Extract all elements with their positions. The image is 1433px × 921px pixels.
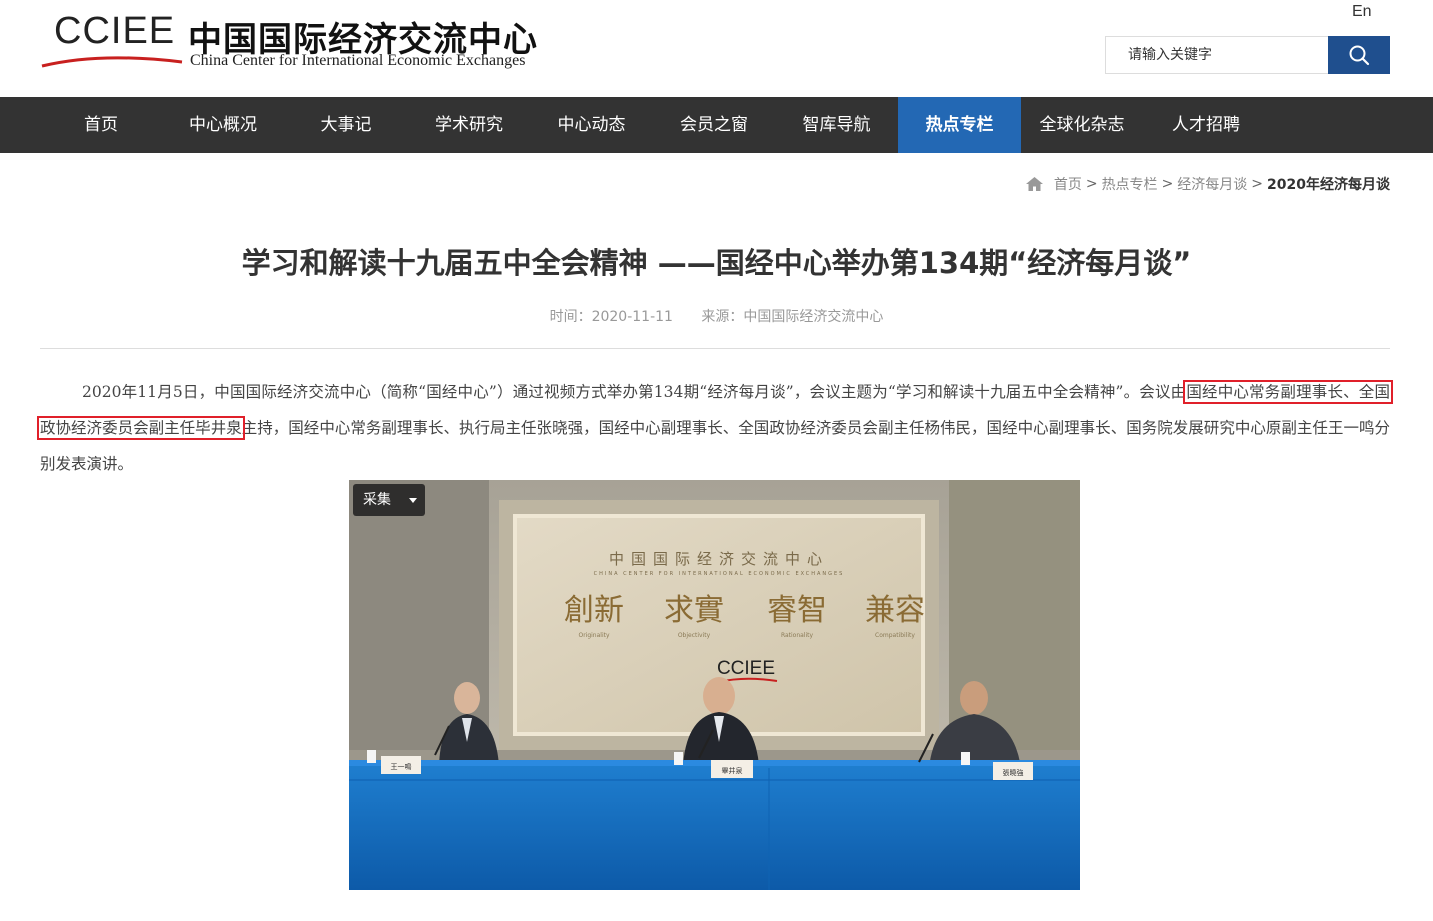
article-source: 来源：中国国际经济交流中心: [701, 309, 884, 325]
article-text: 2020年11月5日，中国国际经济交流中心（简称“国经中心”）通过视频方式举办第…: [82, 383, 1187, 401]
divider: [40, 348, 1390, 349]
logo-swoosh-icon: [41, 56, 183, 68]
chevron-down-icon: [409, 498, 417, 503]
breadcrumb: 首页 > 热点专栏 > 经济每月谈 > 2020年经济每月谈: [1025, 174, 1390, 194]
language-switch-link[interactable]: En: [1352, 3, 1372, 21]
wall-motto-en-3: Rationality: [781, 632, 814, 639]
breadcrumb-separator: >: [1085, 176, 1098, 192]
nameplate-center: 畢井泉: [722, 766, 743, 775]
breadcrumb-separator: >: [1251, 176, 1264, 192]
breadcrumb-home[interactable]: 首页: [1054, 174, 1082, 194]
wall-title: 中国国际经济交流中心: [609, 550, 829, 568]
wall-motto-4: 兼容: [865, 593, 925, 628]
collect-button[interactable]: 采集: [353, 484, 425, 516]
wall-motto-3: 睿智: [767, 593, 827, 628]
site-header: CCIEE 中国国际经济交流中心 China Center for Intern…: [0, 0, 1433, 97]
article-meta: 时间：2020-11-11 来源：中国国际经济交流中心: [0, 306, 1433, 326]
logo-subtitle: China Center for International Economic …: [190, 52, 526, 69]
wall-motto-1: 創新: [564, 593, 624, 628]
nav-item-research[interactable]: 学术研究: [408, 97, 530, 153]
wall-motto-en-1: Originality: [578, 632, 609, 639]
article-body: 2020年11月5日，中国国际经济交流中心（简称“国经中心”）通过视频方式举办第…: [37, 374, 1393, 482]
breadcrumb-separator: >: [1161, 176, 1174, 192]
wall-motto-en-2: Objectivity: [678, 632, 711, 639]
nameplate-right: 張曉強: [1003, 768, 1024, 777]
logo-text-en: CCIEE: [54, 10, 176, 52]
search-button[interactable]: [1328, 36, 1390, 74]
breadcrumb-economic-talk[interactable]: 经济每月谈: [1177, 174, 1247, 194]
home-icon: [1025, 177, 1043, 191]
nav-item-members[interactable]: 会员之窗: [653, 97, 775, 153]
wall-motto-en-4: Compatibility: [875, 632, 915, 639]
search-input[interactable]: [1106, 37, 1328, 73]
nameplate-left: 王一鳴: [391, 762, 412, 771]
site-logo[interactable]: CCIEE 中国国际经济交流中心 China Center for Intern…: [40, 10, 570, 80]
wall-subtitle: CHINA CENTER FOR INTERNATIONAL ECONOMIC …: [594, 571, 845, 577]
meeting-photo: 中国国际经济交流中心 CHINA CENTER FOR INTERNATIONA…: [349, 480, 1080, 890]
article-time: 时间：2020-11-11: [549, 309, 673, 325]
wall-logo: CCIEE: [717, 658, 775, 679]
article-title: 学习和解读十九届五中全会精神 ——国经中心举办第134期“经济每月谈”: [241, 246, 1192, 280]
article-photo: 中国国际经济交流中心 CHINA CENTER FOR INTERNATIONA…: [349, 480, 1080, 890]
nav-item-thinktank[interactable]: 智库导航: [775, 97, 898, 153]
nav-item-home[interactable]: 首页: [40, 97, 162, 153]
nav-item-news[interactable]: 中心动态: [530, 97, 653, 153]
breadcrumb-hot-topics[interactable]: 热点专栏: [1102, 174, 1158, 194]
collect-label: 采集: [363, 492, 391, 508]
search-box: [1105, 36, 1390, 74]
breadcrumb-current: 2020年经济每月谈: [1267, 177, 1390, 193]
search-icon: [1349, 45, 1370, 66]
nav-item-magazine[interactable]: 全球化杂志: [1021, 97, 1143, 153]
nav-item-about[interactable]: 中心概况: [162, 97, 284, 153]
nav-item-events[interactable]: 大事记: [284, 97, 408, 153]
main-nav: 首页 中心概况 大事记 学术研究 中心动态 会员之窗 智库导航 热点专栏 全球化…: [0, 97, 1433, 153]
article-text: 主持，国经中心常务副理事长、执行局主任张晓强，国经中心副理事长、全国政协经济委员…: [40, 419, 1390, 473]
nav-item-careers[interactable]: 人才招聘: [1143, 97, 1269, 153]
nav-item-hot-topics[interactable]: 热点专栏: [898, 97, 1021, 153]
wall-motto-2: 求實: [664, 593, 724, 628]
